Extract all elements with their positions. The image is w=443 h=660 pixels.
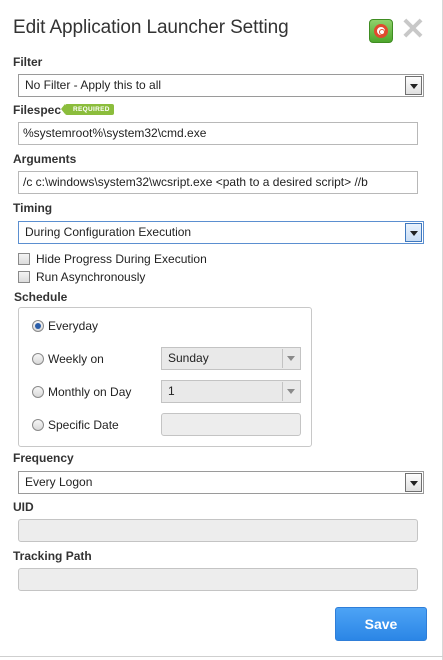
weekly-day-value: Sunday xyxy=(168,351,209,365)
timing-select[interactable]: During Configuration Execution xyxy=(18,221,424,244)
everyday-radio[interactable] xyxy=(32,320,44,332)
lifebuoy-icon[interactable] xyxy=(369,19,393,43)
tracking-path-input[interactable] xyxy=(18,568,418,591)
monthly-day-value: 1 xyxy=(168,384,175,398)
frequency-select-value: Every Logon xyxy=(25,475,93,489)
chevron-down-icon[interactable] xyxy=(282,382,299,401)
footer-divider xyxy=(0,656,443,657)
arguments-label: Arguments xyxy=(13,152,77,166)
filter-select[interactable]: No Filter - Apply this to all xyxy=(18,74,424,97)
filespec-label: Filespec xyxy=(13,103,62,117)
tracking-path-label: Tracking Path xyxy=(13,549,92,563)
arguments-input[interactable]: /c c:\windows\system32\wcsript.exe <path… xyxy=(18,171,418,194)
schedule-group: Everyday Weekly on Sunday Monthly on Day… xyxy=(18,307,312,447)
specific-date-input[interactable] xyxy=(161,413,301,436)
close-icon[interactable]: ✕ xyxy=(400,15,426,45)
schedule-label: Schedule xyxy=(14,290,68,304)
monthly-day-select[interactable]: 1 xyxy=(161,380,301,403)
timing-label: Timing xyxy=(13,201,53,215)
required-badge: REQUIRED xyxy=(61,104,114,115)
chevron-down-icon[interactable] xyxy=(405,473,422,492)
filter-select-value: No Filter - Apply this to all xyxy=(25,78,162,92)
weekly-day-select[interactable]: Sunday xyxy=(161,347,301,370)
edit-launcher-dialog: Edit Application Launcher Setting ✕ Filt… xyxy=(0,0,443,660)
frequency-select[interactable]: Every Logon xyxy=(18,471,424,494)
uid-label: UID xyxy=(13,500,34,514)
timing-select-value: During Configuration Execution xyxy=(25,225,192,239)
hide-progress-checkbox[interactable] xyxy=(18,253,30,265)
monthly-radio[interactable] xyxy=(32,386,44,398)
save-button[interactable]: Save xyxy=(335,607,427,641)
everyday-label: Everyday xyxy=(48,319,99,333)
chevron-down-icon[interactable] xyxy=(405,223,422,242)
frequency-label: Frequency xyxy=(13,451,74,465)
filter-label: Filter xyxy=(13,55,43,69)
filespec-input[interactable]: %systemroot%\system32\cmd.exe xyxy=(18,122,418,145)
dialog-title: Edit Application Launcher Setting xyxy=(13,17,289,38)
run-async-label: Run Asynchronously xyxy=(36,270,146,284)
monthly-label: Monthly on Day xyxy=(48,385,132,399)
specific-date-radio[interactable] xyxy=(32,419,44,431)
hide-progress-label: Hide Progress During Execution xyxy=(36,252,207,266)
chevron-down-icon[interactable] xyxy=(405,76,422,95)
weekly-radio[interactable] xyxy=(32,353,44,365)
weekly-label: Weekly on xyxy=(48,352,104,366)
chevron-down-icon[interactable] xyxy=(282,349,299,368)
uid-input[interactable] xyxy=(18,519,418,542)
run-async-checkbox[interactable] xyxy=(18,271,30,283)
specific-date-label: Specific Date xyxy=(48,418,119,432)
